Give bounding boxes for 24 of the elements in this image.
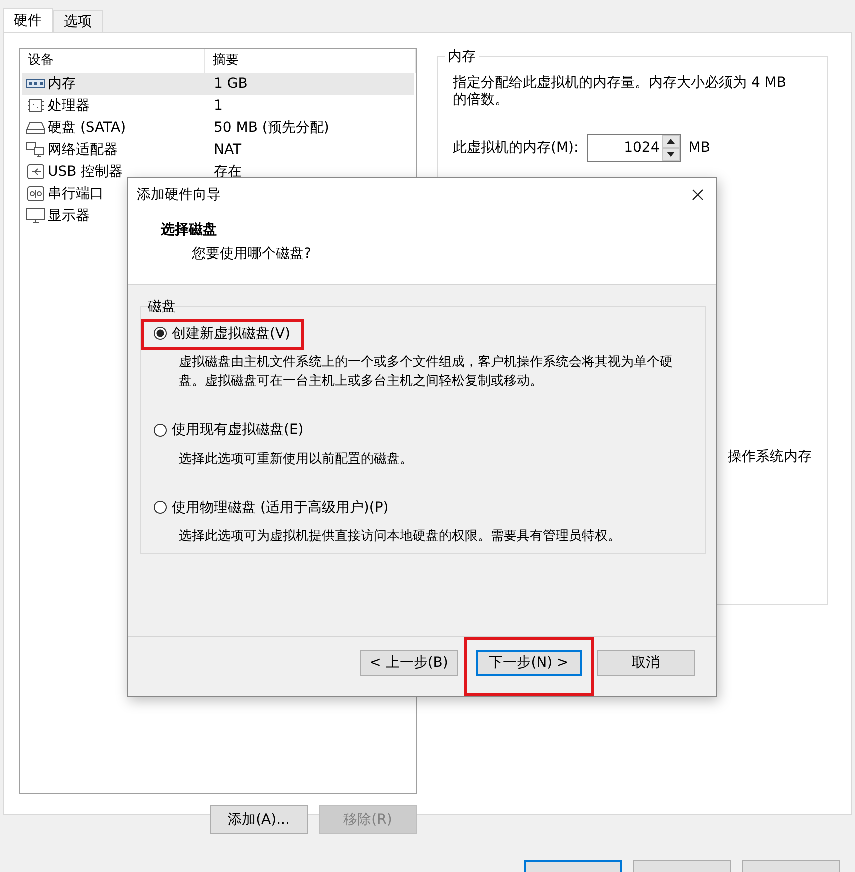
unit-label: MB: [688, 140, 710, 156]
device-name: 硬盘 (SATA): [48, 119, 126, 137]
device-summary: 50 MB (预先分配): [213, 119, 330, 137]
field-label: 此虚拟机的内存(M):: [453, 139, 579, 157]
memory-description: 指定分配给此虚拟机的内存量。内存大小必须为 4 MB 的倍数。: [453, 75, 788, 109]
option-description: 虚拟磁盘由主机文件系统上的一个或多个文件组成，客户机操作系统会将其视为单个硬盘。虚拟磁盘可在一台主机上或多台主机之间轻松复制或移动。: [179, 354, 674, 392]
device-name: 显示器: [48, 207, 90, 225]
dialog-title: 添加硬件向导: [137, 186, 221, 204]
device-name: 内存: [48, 75, 76, 93]
device-summary: NAT: [213, 142, 243, 158]
device-summary: 1 GB: [213, 76, 249, 92]
wizard-subheading: 您要使用哪个磁盘?: [191, 244, 312, 263]
device-summary: 存在: [213, 163, 243, 181]
device-name: 网络适配器: [48, 141, 118, 159]
device-name: USB 控制器: [48, 163, 124, 181]
option-description: 选择此选项可重新使用以前配置的磁盘。: [179, 450, 414, 469]
option-description: 选择此选项可为虚拟机提供直接访问本地硬盘的权限。需要具有管理员特权。: [179, 528, 622, 546]
group-title: 磁盘: [148, 298, 176, 316]
memory-note: 操作系统内存: [728, 449, 812, 465]
wizard-heading: 选择磁盘: [161, 220, 218, 239]
group-title: 内存: [445, 48, 479, 66]
device-name: 处理器: [48, 97, 90, 115]
device-summary: 1: [213, 98, 224, 114]
device-name: 串行端口: [48, 185, 104, 203]
